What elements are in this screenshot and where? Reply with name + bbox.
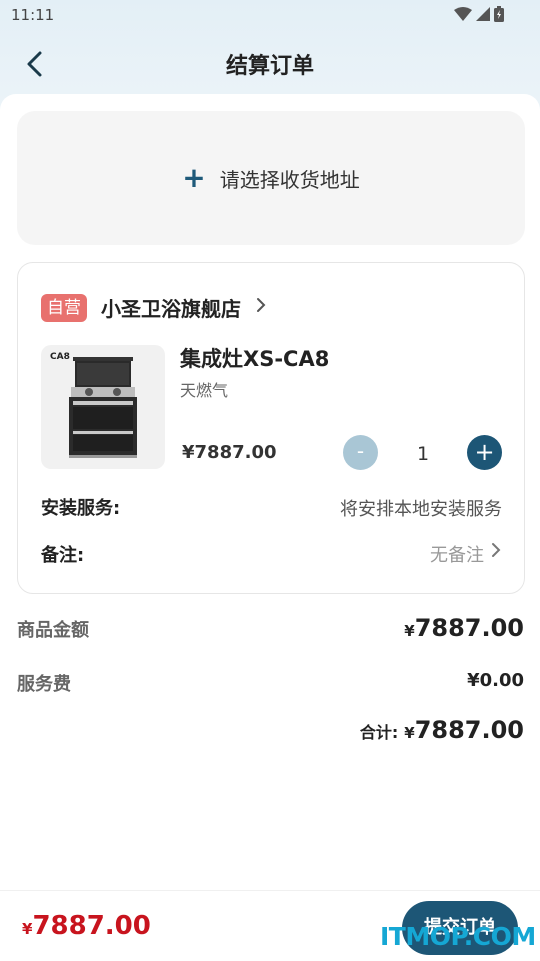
quantity-increase-button[interactable]: + [467,435,502,470]
total-amount: 7887.00 [414,716,524,744]
service-fee-label: 服务费 [17,674,71,695]
product-price: ¥7887.00 [182,442,277,463]
chevron-right-icon[interactable] [490,541,502,564]
product-name[interactable]: 集成灶XS-CA8 [180,343,329,373]
currency-symbol: ¥ [22,920,33,938]
bottom-total: ¥7887.00 [22,911,151,941]
product-spec: 天燃气 [180,381,229,400]
nav-bar: 结算订单 [0,36,540,92]
currency-symbol: ¥ [404,622,415,640]
self-operated-badge: 自营 [41,293,87,322]
order-card: 自营 小圣卫浴旗舰店 CA8 集成灶XS-CA8 天燃气 ¥7887.00 - … [17,262,525,594]
battery-icon [494,6,504,22]
content-sheet: + 请选择收货地址 自营 小圣卫浴旗舰店 CA8 集成灶XS-CA8 天燃气 ¥… [0,94,540,960]
currency-symbol: ¥ [404,724,415,742]
goods-amount-number: 7887.00 [414,614,524,642]
store-row[interactable]: 自营 小圣卫浴旗舰店 [41,293,267,322]
product-image[interactable]: CA8 [41,345,165,469]
page-title: 结算订单 [225,54,314,79]
status-bar: 11:11 [0,0,540,32]
service-fee-value: ¥0.00 [467,670,524,691]
total-label: 合计: [359,723,399,742]
stove-illustration [69,357,137,458]
signal-icon [476,7,490,21]
status-time: 11:11 [11,6,55,24]
chevron-right-icon [255,296,267,319]
wifi-icon [454,7,472,21]
install-service-label: 安装服务: [41,498,121,519]
remark-label: 备注: [41,545,85,566]
install-service-value: 将安排本地安装服务 [340,499,502,520]
total-row: 合计: ¥7887.00 [360,716,524,744]
address-label: 请选择收货地址 [219,167,360,192]
quantity-value: 1 [416,443,430,465]
remark-value[interactable]: 无备注 [430,541,484,567]
store-name: 小圣卫浴旗舰店 [101,297,241,321]
quantity-decrease-button[interactable]: - [343,435,378,470]
goods-amount-value: ¥7887.00 [404,614,524,642]
bottom-total-amount: 7887.00 [32,911,151,941]
select-address-button[interactable]: + 请选择收货地址 [17,111,525,245]
watermark: ITMOP.COM [380,922,536,951]
status-icons [454,6,504,22]
goods-amount-label: 商品金额 [17,620,89,641]
plus-icon: + [182,161,206,194]
